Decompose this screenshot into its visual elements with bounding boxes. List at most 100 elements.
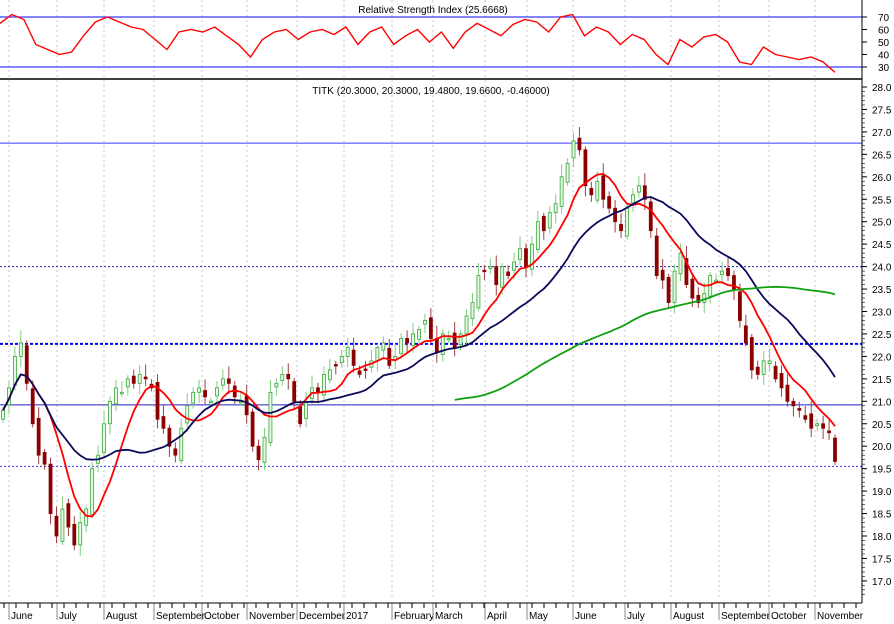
price-title: TITK (20.3000, 20.3000, 19.4800, 19.6600… (312, 86, 549, 97)
y-tick-label: 21.0 (872, 397, 892, 408)
candle-up (595, 180, 600, 201)
candle-up (339, 355, 344, 364)
candle-up (119, 391, 124, 395)
candle-down (482, 269, 487, 273)
candle-down (72, 523, 77, 546)
candle-down (494, 266, 499, 285)
rsi-tick-label: 50 (878, 38, 890, 49)
candle-up (137, 373, 142, 384)
candle-down (660, 269, 665, 281)
candle-down (54, 515, 59, 537)
candle-up (488, 266, 493, 269)
y-tick-label: 17.0 (872, 577, 892, 588)
y-tick-label: 18.5 (872, 510, 892, 521)
candle-up (185, 405, 190, 424)
candle-down (607, 196, 612, 209)
x-tick-label: August (673, 611, 704, 622)
candle-down (666, 276, 671, 303)
candle-down (506, 271, 511, 276)
candle-down (363, 368, 368, 371)
date-axis: June July August September October November De… (0, 602, 864, 622)
candle-up (636, 185, 641, 193)
y-tick-label: 21.5 (872, 375, 892, 386)
stock-chart: Relative Strength Index (25.6668) TITK (… (0, 0, 892, 622)
y-tick-label: 25.0 (872, 218, 892, 229)
candle-up (518, 248, 522, 260)
moving-average-short (2, 173, 836, 518)
y-tick-label: 26.0 (872, 173, 892, 184)
candle-down (743, 325, 748, 344)
candle-down (821, 423, 826, 429)
x-tick-label: 2017 (346, 611, 369, 622)
candle-up (262, 436, 267, 463)
candle-up (197, 387, 202, 393)
candle-down (48, 463, 53, 514)
candle-down (601, 175, 606, 200)
y-tick-label: 26.5 (872, 150, 892, 161)
candle-down (755, 366, 760, 375)
candle-down (173, 448, 178, 456)
candle-up (565, 162, 570, 183)
candle-down (66, 503, 71, 528)
candle-down (726, 267, 730, 276)
y-tick-label: 23.0 (872, 308, 892, 319)
y-tick-label: 17.5 (872, 554, 892, 565)
candle-down (131, 375, 136, 384)
candle-up (60, 508, 65, 542)
candle-up (720, 270, 724, 276)
candle-up (476, 275, 481, 309)
candle-down (161, 416, 166, 429)
candle-up (625, 207, 629, 237)
rsi-tick-label: 70 (878, 13, 890, 24)
rsi-tick-label: 60 (878, 26, 890, 37)
x-tick-label: November (249, 611, 296, 622)
candle-up (114, 387, 118, 405)
rsi-panel: Relative Strength Index (25.6668) (0, 5, 862, 73)
candle-up (209, 400, 213, 404)
y-tick-label: 24.5 (872, 240, 892, 251)
candle-up (399, 338, 404, 355)
candle-down (351, 349, 356, 366)
x-tick-label: August (106, 611, 137, 622)
candle-up (672, 270, 677, 303)
candle-up (411, 333, 415, 347)
candle-up (280, 373, 285, 382)
candle-up (125, 378, 130, 388)
candle-down (452, 332, 457, 348)
candle-up (631, 194, 635, 204)
candle-up (78, 522, 83, 546)
y-tick-label: 20.5 (872, 420, 892, 431)
candle-down (809, 413, 814, 429)
candle-up (268, 391, 273, 444)
candle-up (470, 302, 475, 320)
candle-up (767, 360, 772, 364)
candle-up (215, 387, 219, 397)
candle-up (446, 338, 451, 341)
rsi-title: Relative Strength Index (25.6668) (358, 5, 508, 16)
candle-up (90, 468, 95, 515)
candle-up (512, 261, 516, 271)
candle-up (84, 508, 89, 526)
candle-down (583, 149, 588, 187)
rsi-tick-label: 30 (878, 63, 890, 74)
price-panel: TITK (20.3000, 20.3000, 19.4800, 19.6600… (0, 86, 862, 556)
x-tick-label: June (575, 611, 597, 622)
candle-down (738, 291, 742, 321)
candle-down (405, 338, 410, 344)
candle-down (541, 215, 546, 232)
candle-up (108, 400, 112, 425)
candle-down (613, 207, 618, 223)
x-tick-label: June (11, 611, 33, 622)
candle-down (577, 137, 582, 151)
candle-down (387, 347, 392, 366)
y-tick-label: 20.0 (872, 442, 892, 453)
candle-down (286, 373, 291, 380)
x-tick-label: April (487, 611, 507, 622)
candle-up (381, 342, 386, 351)
x-tick-label: March (435, 611, 463, 622)
y-tick-label: 24.0 (872, 263, 892, 274)
candle-down (690, 278, 695, 299)
candle-down (203, 390, 207, 398)
candle-up (547, 212, 552, 229)
candle-up (553, 203, 558, 214)
